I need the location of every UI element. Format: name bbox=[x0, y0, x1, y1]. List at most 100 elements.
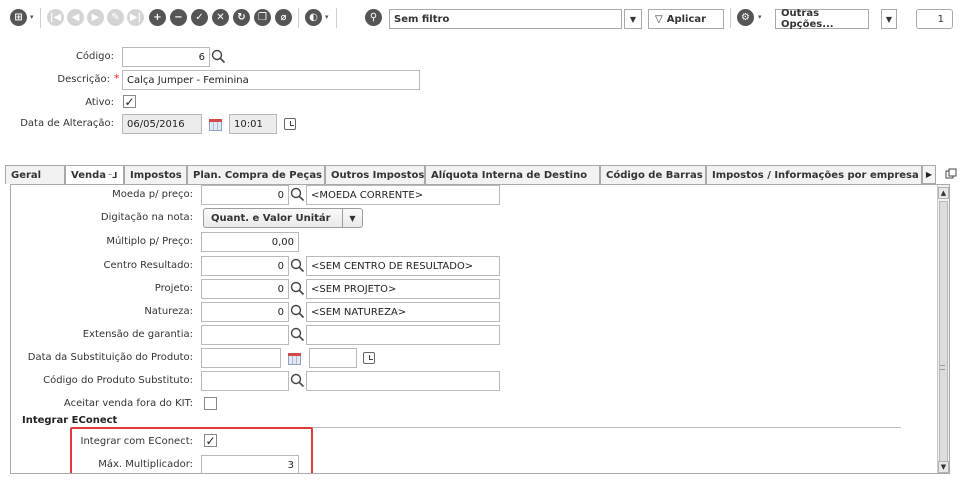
codigo-subst-desc-field bbox=[306, 371, 500, 391]
tab-venda[interactable]: Venda ⁻ᒧ bbox=[65, 165, 124, 185]
grid-menu-icon[interactable]: ⊞ bbox=[10, 9, 27, 26]
chevron-down-icon[interactable]: ▾ bbox=[325, 13, 329, 21]
chevron-down-icon: ▼ bbox=[342, 209, 362, 227]
hora-subst-field[interactable] bbox=[309, 348, 357, 368]
remove-icon[interactable]: − bbox=[170, 9, 187, 26]
chevron-down-icon[interactable]: ▾ bbox=[30, 13, 34, 21]
projeto-label: Projeto: bbox=[154, 283, 193, 294]
search-icon[interactable] bbox=[211, 49, 226, 64]
ativo-checkbox[interactable]: ✓ bbox=[123, 95, 136, 108]
apply-filter-button[interactable]: ▽ Aplicar bbox=[648, 9, 724, 29]
codigo-subst-label: Código do Produto Substituto: bbox=[43, 375, 193, 386]
moeda-label: Moeda p/ preço: bbox=[112, 189, 193, 200]
aceitar-kit-checkbox[interactable] bbox=[204, 397, 217, 410]
search-icon[interactable] bbox=[290, 304, 305, 319]
tab-impostos-empresa[interactable]: Impostos / Informações por empresa bbox=[706, 165, 922, 184]
digitacao-value: Quant. e Valor Unitár bbox=[211, 212, 331, 224]
apply-label: Aplicar bbox=[666, 13, 707, 25]
data-alteracao-field[interactable]: 06/05/2016 bbox=[122, 114, 202, 134]
clock-icon[interactable] bbox=[363, 352, 375, 364]
wrench-icon[interactable]: ⚙ bbox=[737, 9, 754, 26]
tab-impostos[interactable]: Impostos bbox=[124, 165, 187, 184]
more-options-button[interactable]: Outras Opções... bbox=[775, 8, 869, 30]
tab-venda-label: Venda bbox=[71, 170, 106, 181]
edit-icon[interactable]: ✎ bbox=[107, 9, 124, 26]
centro-label: Centro Resultado: bbox=[103, 260, 193, 271]
highlight-box bbox=[70, 427, 313, 473]
hora-alteracao-field[interactable]: 10:01 bbox=[229, 114, 277, 134]
toolbar-divider bbox=[730, 8, 731, 28]
venda-panel: Moeda p/ preço: 0 <MOEDA CORRENTE> Digit… bbox=[10, 184, 950, 474]
digitacao-dropdown[interactable]: Quant. e Valor Unitár ▼ bbox=[203, 208, 363, 228]
first-record-icon[interactable]: |◀ bbox=[47, 9, 64, 26]
clock-icon[interactable] bbox=[284, 118, 296, 130]
descricao-field[interactable]: Calça Jumper - Feminina bbox=[122, 70, 420, 90]
toolbar: ⊞ ▾ |◀ ◀ ▶ ✎ ▶| + − ✓ ✕ ↻ ❐ ⌀ ◐ ▾ ⚲ Sem … bbox=[0, 0, 969, 34]
chevron-down-icon[interactable]: ▾ bbox=[758, 13, 762, 21]
garantia-label: Extensão de garantia: bbox=[82, 329, 193, 340]
search-icon[interactable] bbox=[290, 281, 305, 296]
scroll-thumb[interactable] bbox=[939, 201, 948, 465]
tab-bar: Geral Venda ⁻ᒧ Impostos Plan. Compra de … bbox=[0, 165, 969, 185]
projeto-code-field[interactable]: 0 bbox=[201, 279, 289, 299]
data-subst-label: Data da Substituição do Produto: bbox=[27, 352, 193, 363]
funnel-icon: ▽ bbox=[655, 13, 663, 25]
attachment-icon[interactable]: ⌀ bbox=[275, 9, 292, 26]
cancel-icon[interactable]: ✕ bbox=[212, 9, 229, 26]
natureza-code-field[interactable]: 0 bbox=[201, 302, 289, 322]
tab-aliquota[interactable]: Alíquota Interna de Destino bbox=[425, 165, 600, 184]
econect-section-title: Integrar EConect bbox=[22, 415, 118, 426]
add-icon[interactable]: + bbox=[149, 9, 166, 26]
centro-code-field[interactable]: 0 bbox=[201, 256, 289, 276]
copy-icon[interactable]: ❐ bbox=[254, 9, 271, 26]
multiplo-field[interactable]: 0,00 bbox=[201, 232, 299, 252]
vertical-scrollbar[interactable]: ▲ ▼ bbox=[937, 185, 949, 473]
toolbar-divider bbox=[336, 8, 337, 28]
last-record-icon[interactable]: ▶| bbox=[127, 9, 144, 26]
search-icon[interactable] bbox=[290, 258, 305, 273]
descricao-label: Descrição: bbox=[57, 74, 110, 85]
codigo-field[interactable]: 6 bbox=[122, 47, 210, 67]
natureza-label: Natureza: bbox=[144, 306, 193, 317]
codigo-label: Código: bbox=[75, 51, 114, 62]
tab-geral[interactable]: Geral bbox=[5, 165, 65, 184]
record-actions-icon[interactable]: ◐ bbox=[305, 9, 322, 26]
moeda-desc-field: <MOEDA CORRENTE> bbox=[306, 185, 500, 205]
tab-options-icon: ⁻ᒧ bbox=[108, 171, 118, 180]
refresh-icon[interactable]: ↻ bbox=[233, 9, 250, 26]
calendar-icon[interactable] bbox=[288, 353, 301, 365]
filter-icon[interactable]: ⚲ bbox=[365, 9, 382, 26]
toolbar-divider bbox=[40, 8, 41, 28]
page-number-field[interactable]: 1 bbox=[916, 9, 953, 29]
data-alteracao-label: Data de Alteração: bbox=[20, 118, 114, 129]
required-mark: * bbox=[114, 72, 120, 85]
moeda-code-field[interactable]: 0 bbox=[201, 185, 289, 205]
codigo-subst-field[interactable] bbox=[201, 371, 289, 391]
search-icon[interactable] bbox=[290, 373, 305, 388]
scroll-up-button[interactable]: ▲ bbox=[938, 187, 949, 199]
next-record-icon[interactable]: ▶ bbox=[87, 9, 104, 26]
calendar-icon[interactable] bbox=[209, 119, 222, 131]
search-icon[interactable] bbox=[290, 327, 305, 342]
search-icon[interactable] bbox=[290, 187, 305, 202]
previous-record-icon[interactable]: ◀ bbox=[67, 9, 84, 26]
tab-scroll-right-button[interactable]: ▶ bbox=[922, 165, 936, 184]
confirm-icon[interactable]: ✓ bbox=[191, 9, 208, 26]
scroll-down-button[interactable]: ▼ bbox=[938, 461, 949, 473]
tab-codigo-barras[interactable]: Código de Barras bbox=[600, 165, 706, 184]
scroll-grip-icon bbox=[940, 365, 945, 370]
natureza-desc-field: <SEM NATUREZA> bbox=[306, 302, 500, 322]
data-subst-field[interactable] bbox=[201, 348, 281, 368]
tab-plan-compra[interactable]: Plan. Compra de Peças bbox=[187, 165, 325, 184]
centro-desc-field: <SEM CENTRO DE RESULTADO> bbox=[306, 256, 500, 276]
garantia-code-field[interactable] bbox=[201, 325, 289, 345]
restore-window-icon[interactable] bbox=[945, 168, 957, 180]
more-options-dropdown[interactable]: ▼ bbox=[881, 9, 897, 29]
multiplo-label: Múltiplo p/ Preço: bbox=[106, 236, 193, 247]
filter-dropdown-button[interactable]: ▼ bbox=[624, 9, 642, 29]
digitacao-label: Digitação na nota: bbox=[100, 212, 193, 223]
tab-outros-impostos[interactable]: Outros Impostos bbox=[325, 165, 425, 184]
toolbar-divider bbox=[298, 8, 299, 28]
filter-select[interactable]: Sem filtro bbox=[389, 9, 622, 29]
garantia-desc-field bbox=[306, 325, 500, 345]
